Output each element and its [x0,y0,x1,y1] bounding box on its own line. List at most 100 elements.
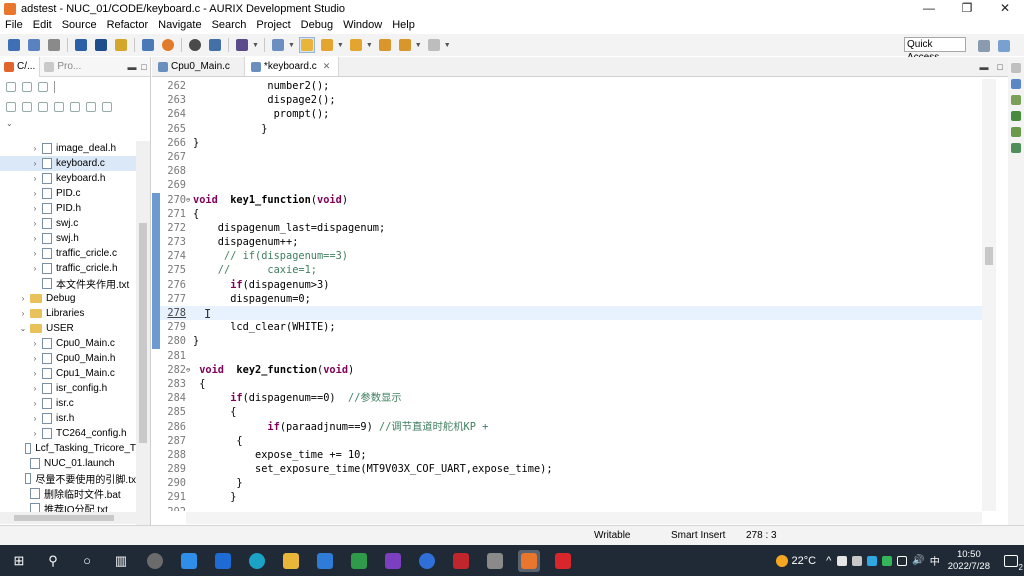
maximize-button[interactable]: ❐ [948,0,986,17]
expand-icon[interactable]: › [30,399,40,408]
next-annotation-icon[interactable] [319,37,335,53]
app-icon[interactable] [416,550,438,572]
tree-folder[interactable]: › Libraries [0,306,136,321]
highlight-toggle-icon[interactable] [298,37,315,53]
app-icon[interactable] [178,550,200,572]
expand-icon[interactable]: › [30,204,40,213]
sync-icon[interactable] [102,102,112,112]
menu-file[interactable]: File [0,19,28,31]
tree-file[interactable]: › keyboard.h [0,171,136,186]
expand-icon[interactable]: › [30,384,40,393]
last-edit-icon[interactable] [377,37,393,53]
close-button[interactable]: ✕ [986,0,1024,17]
code-line[interactable]: 286 if(paraadjnum==9) //调节直道时舵机KP + [152,420,982,434]
maximize-view-icon[interactable]: □ [138,62,150,72]
save-all-icon[interactable] [26,37,42,53]
explorer-horizontal-scrollbar[interactable] [0,512,136,524]
code-line[interactable]: 275 // caxie=1; [152,263,982,278]
run-icon[interactable] [270,37,286,53]
link-editor-icon[interactable] [22,102,32,112]
app-icon[interactable] [552,550,574,572]
prev-annotation-icon[interactable] [348,37,364,53]
code-line[interactable]: 281 [152,349,982,363]
tree-file[interactable]: › isr.c [0,396,136,411]
code-line[interactable]: 279 lcd_clear(WHITE); [152,320,982,335]
tree-file[interactable]: › Cpu1_Main.c [0,366,136,381]
expand-icon[interactable]: › [30,144,40,153]
tree-file[interactable]: › traffic_cricle.h [0,261,136,276]
code-line[interactable]: 283 { [152,377,982,391]
build-hammer-icon[interactable] [73,37,89,53]
code-line[interactable]: 271 { [152,206,982,221]
expand-icon[interactable]: › [30,414,40,423]
tree-file[interactable]: › traffic_cricle.c [0,246,136,261]
chevron-down-icon[interactable]: ▼ [366,42,373,49]
tree-folder[interactable]: ⌄ USER [0,321,136,336]
filter-icon[interactable] [86,102,96,112]
code-line[interactable]: 263 dispage2(); [152,93,982,107]
app-icon[interactable] [144,550,166,572]
tray-app-icon[interactable] [837,555,848,566]
weather-temp[interactable]: 22°C [792,555,817,567]
nav-forward-icon[interactable] [54,102,64,112]
tree-file[interactable]: › swj.h [0,231,136,246]
app-icon[interactable] [450,550,472,572]
wrench-icon[interactable] [113,37,129,53]
code-area[interactable]: 262 number2(); 263 dispage2(); 264 prompt(… [152,79,982,511]
expand-icon[interactable]: › [30,159,40,168]
expand-icon[interactable]: › [30,369,40,378]
maximize-view-icon[interactable]: □ [992,62,1008,72]
file-explorer-icon[interactable] [280,550,302,572]
quick-access-input[interactable]: Quick Access [904,37,966,63]
visual-studio-icon[interactable] [382,550,404,572]
tree-file[interactable]: 本文件夹作用.txt [0,276,136,291]
make-target-icon[interactable] [1011,111,1021,121]
clock[interactable]: 10:50 2022/7/28 [948,549,990,573]
tree-file[interactable]: › isr_config.h [0,381,136,396]
tree-file[interactable]: 尽量不要使用的引脚.tx [0,471,136,486]
expand-icon[interactable]: › [30,354,40,363]
minimize-button[interactable]: — [910,0,948,17]
outline-icon[interactable] [1011,79,1021,89]
menu-source[interactable]: Source [57,19,102,31]
tree-file[interactable]: › PID.c [0,186,136,201]
tree-file[interactable]: › Cpu0_Main.h [0,351,136,366]
expand-icon[interactable]: › [30,189,40,198]
ime-icon[interactable]: 中 [930,553,940,568]
collapse-all-icon[interactable] [6,102,16,112]
tree-file[interactable]: › image_deal.h [0,141,136,156]
save-icon[interactable] [6,37,22,53]
editor-vertical-scrollbar[interactable] [982,79,996,511]
code-line[interactable]: 267 [152,150,982,164]
tree-file[interactable]: › swj.c [0,216,136,231]
chevron-right-icon[interactable]: › [18,309,28,318]
code-line[interactable]: 269 [152,178,982,192]
terminal-icon[interactable] [140,37,156,53]
expand-icon[interactable]: › [30,234,40,243]
open-element-icon[interactable] [93,37,109,53]
menu-refactor[interactable]: Refactor [102,19,154,31]
code-line[interactable]: 290 } [152,476,982,490]
tab-cpu0-main-c[interactable]: Cpu0_Main.c [152,57,245,76]
store-icon[interactable] [314,550,336,572]
minimize-view-icon[interactable]: ▬ [976,62,992,72]
restore-icon[interactable] [1011,63,1021,73]
tree-file[interactable]: › Cpu0_Main.c [0,336,136,351]
network-icon[interactable] [897,555,908,566]
console-icon[interactable] [207,37,223,53]
expand-icon[interactable]: › [30,429,40,438]
menu-project[interactable]: Project [251,19,295,31]
expand-icon[interactable]: › [30,264,40,273]
chevron-down-icon[interactable]: ▼ [252,42,259,49]
minimize-view-icon[interactable]: ▬ [126,62,138,72]
close-icon[interactable]: ✕ [323,61,331,72]
task-view-icon[interactable]: ▥ [110,550,132,572]
open-perspective-icon[interactable] [976,38,992,54]
explorer-vertical-scrollbar[interactable] [136,141,150,566]
app-icon[interactable] [212,550,234,572]
help-icon[interactable] [187,37,203,53]
menu-edit[interactable]: Edit [28,19,57,31]
nav-back-icon[interactable] [38,102,48,112]
code-line[interactable]: 272 dispagenum_last=dispagenum; [152,220,982,236]
editor-horizontal-scrollbar[interactable] [186,512,982,524]
